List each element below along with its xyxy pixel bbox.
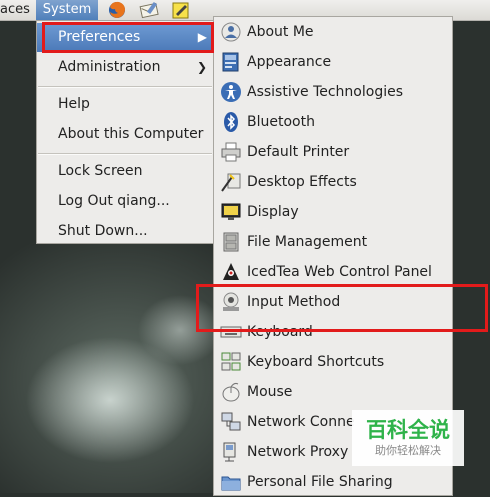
menu-item-label: Help (58, 96, 90, 112)
pref-item-icedtea[interactable]: IcedTea Web Control Panel (214, 257, 452, 287)
pref-item-display[interactable]: Display (214, 197, 452, 227)
pref-item-default-printer[interactable]: Default Printer (214, 137, 452, 167)
menu-item-label: Shut Down... (58, 223, 148, 239)
pref-item-bluetooth[interactable]: Bluetooth (214, 107, 452, 137)
pref-item-label: Bluetooth (247, 114, 315, 130)
menu-separator (38, 86, 212, 88)
mail-icon[interactable] (138, 0, 160, 20)
proxy-icon (220, 441, 242, 463)
text-editor-icon[interactable] (170, 0, 192, 20)
network-icon (220, 411, 242, 433)
pref-item-label: IcedTea Web Control Panel (247, 264, 432, 280)
annotation-box-input-method (196, 284, 488, 332)
pref-item-label: Mouse (247, 384, 293, 400)
pref-item-file-management[interactable]: File Management (214, 227, 452, 257)
pref-item-label: Desktop Effects (247, 174, 357, 190)
file-cabinet-icon (220, 231, 242, 253)
watermark-subtitle: 助你轻松解决 (375, 444, 441, 457)
user-icon (220, 21, 242, 43)
pref-item-label: File Management (247, 234, 368, 250)
display-icon (220, 201, 242, 223)
desktop-effects-icon (220, 171, 242, 193)
bluetooth-icon (220, 111, 242, 133)
pref-item-about-me[interactable]: About Me (214, 17, 452, 47)
printer-icon (220, 141, 242, 163)
menu-item-shut-down[interactable]: Shut Down... (37, 217, 213, 246)
pref-item-mouse[interactable]: Mouse (214, 377, 452, 407)
places-menu[interactable]: aces (0, 0, 30, 20)
pref-item-label: About Me (247, 24, 314, 40)
pref-item-appearance[interactable]: Appearance (214, 47, 452, 77)
pref-item-label: Personal File Sharing (247, 474, 393, 490)
menu-item-label: About this Computer (58, 126, 204, 142)
pref-item-label: Network Proxy (247, 444, 349, 460)
pref-item-assistive-technologies[interactable]: Assistive Technologies (214, 77, 452, 107)
menu-item-administration[interactable]: Administration ❯ (37, 53, 213, 82)
java-icon (220, 261, 242, 283)
pref-item-keyboard-shortcuts[interactable]: Keyboard Shortcuts (214, 347, 452, 377)
accessibility-icon (220, 81, 242, 103)
pref-item-label: Assistive Technologies (247, 84, 404, 100)
menu-separator (38, 153, 212, 155)
pref-item-label: Display (247, 204, 299, 220)
menu-item-about-computer[interactable]: About this Computer (37, 120, 213, 149)
pref-item-label: Appearance (247, 54, 332, 70)
pref-item-desktop-effects[interactable]: Desktop Effects (214, 167, 452, 197)
shortcuts-icon (220, 351, 242, 373)
appearance-icon (220, 51, 242, 73)
menu-item-label: Log Out qiang... (58, 193, 170, 209)
chevron-right-icon: ❯ (196, 60, 207, 74)
pref-item-label: Default Printer (247, 144, 350, 160)
menu-item-lock-screen[interactable]: Lock Screen (37, 157, 213, 186)
firefox-icon[interactable] (106, 0, 128, 20)
menu-item-help[interactable]: Help (37, 90, 213, 119)
pref-item-label: Network Conne (247, 414, 355, 430)
file-sharing-icon (220, 471, 242, 493)
menu-item-label: Administration (58, 59, 161, 75)
mouse-icon (220, 381, 242, 403)
system-menu-button[interactable]: System (36, 0, 98, 20)
watermark-title: 百科全说 (366, 418, 450, 442)
system-menu: Preferences ▶ Administration ❯ Help Abou… (36, 20, 214, 244)
menu-item-label: Lock Screen (58, 163, 143, 179)
menu-item-log-out[interactable]: Log Out qiang... (37, 187, 213, 216)
annotation-box-preferences (42, 22, 214, 53)
pref-item-label: Keyboard Shortcuts (247, 354, 385, 370)
watermark: 百科全说 助你轻松解决 (352, 410, 464, 466)
